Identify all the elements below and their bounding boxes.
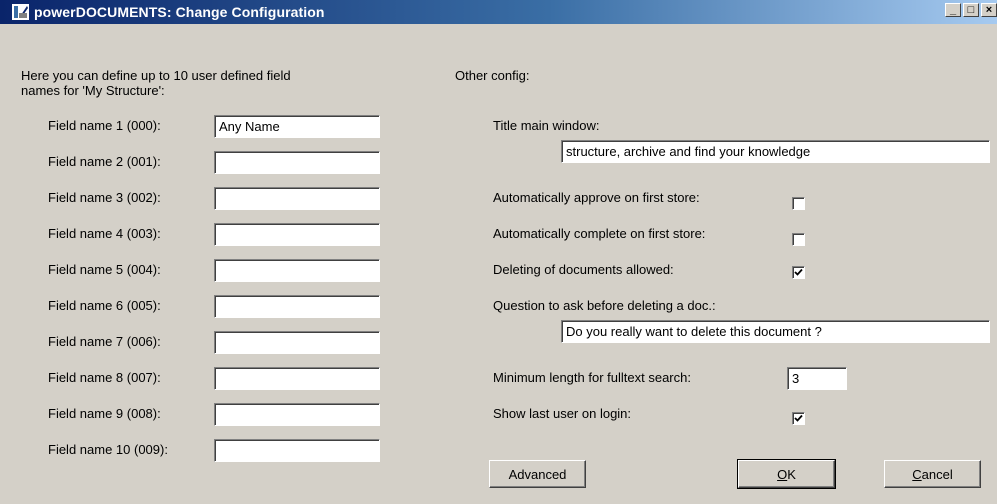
field-name-3-input[interactable] [214, 187, 380, 210]
field-name-9-input[interactable] [214, 403, 380, 426]
field-name-10-input[interactable] [214, 439, 380, 462]
auto-complete-checkbox[interactable] [792, 233, 805, 246]
other-config-heading: Other config: [455, 68, 530, 83]
checkmark-icon [794, 268, 803, 276]
field-name-6-input[interactable] [214, 295, 380, 318]
field-name-7-input[interactable] [214, 331, 380, 354]
ok-button[interactable]: OK [737, 459, 836, 489]
question-label: Question to ask before deleting a doc.: [493, 298, 716, 313]
intro-line-2: names for 'My Structure': [21, 83, 165, 98]
cancel-button-label: Cancel [912, 467, 952, 482]
min-length-input[interactable] [787, 367, 847, 390]
minimize-icon: _ [949, 4, 957, 16]
cancel-rest: ancel [921, 466, 953, 482]
field-name-2-input[interactable] [214, 151, 380, 174]
title-bar[interactable]: powerDOCUMENTS: Change Configuration _ □… [0, 0, 997, 24]
cancel-button[interactable]: Cancel [884, 460, 981, 488]
field-name-8-input[interactable] [214, 367, 380, 390]
auto-complete-label: Automatically complete on first store: [493, 226, 706, 241]
field-label-10: Field name 10 (009): [48, 442, 168, 457]
min-length-label: Minimum length for fulltext search: [493, 370, 691, 385]
field-label-2: Field name 2 (001): [48, 154, 161, 169]
field-name-5-input[interactable] [214, 259, 380, 282]
delete-allowed-label: Deleting of documents allowed: [493, 262, 674, 277]
ok-mnemonic: O [777, 466, 788, 482]
field-label-7: Field name 7 (006): [48, 334, 161, 349]
advanced-button[interactable]: Advanced [489, 460, 586, 488]
advanced-button-label: Advanced [508, 466, 567, 482]
show-last-user-checkbox[interactable] [792, 412, 805, 425]
ok-button-label: OK [777, 467, 796, 482]
app-icon [12, 4, 29, 20]
minimize-button[interactable]: _ [945, 3, 961, 17]
field-label-1: Field name 1 (000): [48, 118, 161, 133]
cancel-mnemonic: C [912, 466, 922, 482]
close-icon: × [985, 4, 993, 16]
window-title: powerDOCUMENTS: Change Configuration [34, 4, 325, 20]
maximize-button[interactable]: □ [963, 3, 979, 17]
title-main-label: Title main window: [493, 118, 600, 133]
checkmark-icon [794, 414, 803, 422]
intro-line-1: Here you can define up to 10 user define… [21, 68, 291, 83]
maximize-icon: □ [967, 4, 975, 16]
show-last-user-label: Show last user on login: [493, 406, 632, 421]
question-input[interactable] [561, 320, 990, 343]
field-label-5: Field name 5 (004): [48, 262, 161, 277]
config-dialog: powerDOCUMENTS: Change Configuration _ □… [0, 0, 997, 504]
field-label-9: Field name 9 (008): [48, 406, 161, 421]
auto-approve-label: Automatically approve on first store: [493, 190, 700, 205]
title-main-input[interactable] [561, 140, 990, 163]
field-label-6: Field name 6 (005): [48, 298, 161, 313]
close-button[interactable]: × [981, 3, 997, 17]
field-label-4: Field name 4 (003): [48, 226, 161, 241]
window-controls: _ □ × [943, 3, 997, 17]
ok-rest: K [787, 466, 796, 482]
auto-approve-checkbox[interactable] [792, 197, 805, 210]
field-label-3: Field name 3 (002): [48, 190, 161, 205]
field-label-8: Field name 8 (007): [48, 370, 161, 385]
field-name-4-input[interactable] [214, 223, 380, 246]
delete-allowed-checkbox[interactable] [792, 266, 805, 279]
field-name-1-input[interactable] [214, 115, 380, 138]
